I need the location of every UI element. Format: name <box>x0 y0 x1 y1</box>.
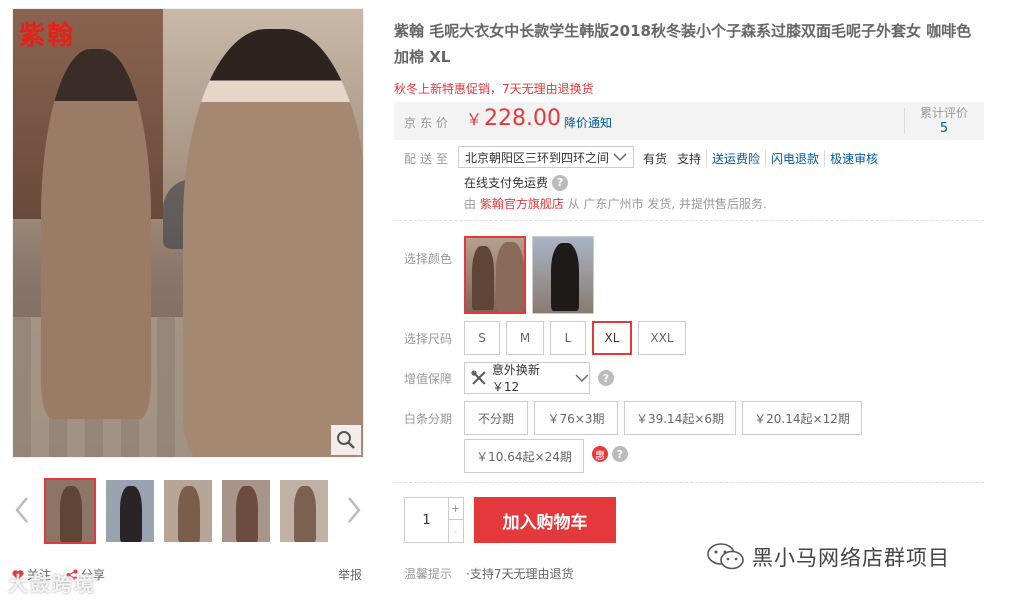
quantity-increase-button[interactable]: + <box>448 498 463 520</box>
color-selector: 选择颜色 <box>394 236 984 316</box>
question-icon[interactable]: ? <box>612 446 628 462</box>
thumbnail-figure <box>178 486 200 542</box>
quantity-stepper: 1 + - <box>404 497 464 543</box>
thumbnail-figure <box>294 486 316 542</box>
installment-label: 白条分期 <box>404 412 453 426</box>
color-option-coffee[interactable] <box>464 236 526 314</box>
price-box: 京东价 ￥228.00 降价通知 累计评价 5 <box>394 102 984 140</box>
size-option-s[interactable]: S <box>464 321 500 355</box>
tools-icon <box>471 370 486 385</box>
watermark-right: 黑小马网络店群项目 <box>706 542 950 572</box>
online-pay-note: 在线支付免运费 ? <box>464 174 569 191</box>
color-label: 选择颜色 <box>404 252 453 266</box>
thumb-next-button[interactable] <box>344 494 364 526</box>
installment-option-12[interactable]: ￥20.14起×12期 <box>742 401 862 435</box>
question-icon[interactable]: ? <box>598 370 614 386</box>
model-figure-right <box>183 29 363 457</box>
discount-badge: 惠 <box>592 446 608 462</box>
zoom-button[interactable] <box>331 425 361 455</box>
tip-text: ·支持7天无理由退货 <box>466 567 574 581</box>
address-select[interactable]: 北京朝阳区三环到四环之间 <box>458 146 634 168</box>
wechat-icon <box>707 543 744 570</box>
thumb-5[interactable] <box>278 478 330 544</box>
chevron-down-icon <box>575 374 589 382</box>
chevron-down-icon <box>613 153 627 161</box>
divider <box>394 220 984 221</box>
support-label: 支持 <box>677 152 702 166</box>
size-option-m[interactable]: M <box>506 321 544 355</box>
price-value: ￥228.00 <box>466 106 561 131</box>
model-figure-left <box>41 49 151 419</box>
stock-status: 有货 <box>643 152 668 166</box>
service-freight-insurance[interactable]: 送运费险 <box>706 150 765 167</box>
chevron-right-icon <box>348 497 361 523</box>
size-option-xl[interactable]: XL <box>592 321 632 355</box>
size-option-l[interactable]: L <box>550 321 586 355</box>
promo-text: 秋冬上新特惠促销，7天无理由退换货 <box>394 82 594 96</box>
installment-option-none[interactable]: 不分期 <box>464 401 528 435</box>
review-summary[interactable]: 累计评价 5 <box>916 106 972 136</box>
magnifier-icon <box>337 431 355 449</box>
buy-section: 1 + - 加入购物车 <box>394 497 984 543</box>
service-fast-review[interactable]: 极速审核 <box>824 150 883 167</box>
thumbnail-figure <box>236 486 258 542</box>
tip-label: 温馨提示 <box>404 567 453 581</box>
question-icon[interactable]: ? <box>552 174 569 191</box>
thumb-4[interactable] <box>220 478 272 544</box>
watermark-left: 大鼓跨境 <box>8 572 96 596</box>
size-label: 选择尺码 <box>404 332 453 346</box>
shipping-label: 配送至 <box>404 152 453 166</box>
seller-info: 由 紫翰官方旗舰店 从 广东广州市 发货, 并提供售后服务. <box>464 195 767 212</box>
thumbnail-figure <box>120 486 142 542</box>
service-selector: 增值保障 意外换新 ￥12 ? <box>394 362 984 394</box>
shipping-tags: 有货 支持 送运费险 闪电退款 极速审核 <box>638 150 883 167</box>
shipping-section: 配送至 北京朝阳区三环到四环之间 有货 支持 送运费险 闪电退款 极速审核 在线… <box>394 146 984 216</box>
seller-suffix: 从 广东广州市 发货, 并提供售后服务. <box>567 197 767 211</box>
brand-logo: 紫翰 <box>19 21 76 51</box>
installment-option-24[interactable]: ￥10.64起×24期 <box>464 439 584 473</box>
color-option-black[interactable] <box>532 236 594 314</box>
product-title: 紫翰 毛呢大衣女中长款学生韩版2018秋冬装小个子森系过膝双面毛呢子外套女 咖啡… <box>394 22 972 66</box>
size-selector: 选择尺码 S M L XL XXL <box>394 321 984 355</box>
review-label: 累计评价 <box>919 106 968 120</box>
service-label: 增值保障 <box>404 372 453 386</box>
main-product-image[interactable]: 紫翰 <box>12 8 364 458</box>
service-flash-refund[interactable]: 闪电退款 <box>765 150 824 167</box>
address-value: 北京朝阳区三环到四环之间 <box>465 150 610 165</box>
quantity-decrease-button[interactable]: - <box>448 520 463 542</box>
review-count: 5 <box>939 121 949 136</box>
seller-shop-link[interactable]: 紫翰官方旗舰店 <box>480 197 564 211</box>
online-pay-text: 在线支付免运费 <box>464 176 549 190</box>
thumb-2[interactable] <box>104 478 156 544</box>
thumb-1[interactable] <box>44 478 96 544</box>
seller-prefix: 由 <box>464 197 477 211</box>
thumb-prev-button[interactable] <box>12 494 32 526</box>
thumbnail-figure <box>60 486 82 542</box>
divider <box>904 108 905 134</box>
quantity-input[interactable]: 1 <box>405 498 449 542</box>
service-option-dropdown[interactable]: 意外换新 ￥12 <box>464 362 590 394</box>
report-label: 举报 <box>338 568 363 582</box>
divider <box>394 482 984 483</box>
price-amount: 228.00 <box>484 106 561 131</box>
price-notify-link[interactable]: 降价通知 <box>564 114 612 131</box>
installment-option-6[interactable]: ￥39.14起×6期 <box>624 401 736 435</box>
chevron-left-icon <box>15 497 28 523</box>
size-option-xxl[interactable]: XXL <box>638 321 686 355</box>
thumb-3[interactable] <box>162 478 214 544</box>
thumbnail-strip <box>12 478 364 546</box>
service-option-text: 意外换新 ￥12 <box>491 363 540 394</box>
watermark-text: 黑小马网络店群项目 <box>752 546 950 570</box>
installment-option-3[interactable]: ￥76×3期 <box>534 401 618 435</box>
installment-selector: 白条分期 不分期 ￥76×3期 ￥39.14起×6期 ￥20.14起×12期 ￥… <box>394 401 984 473</box>
currency-symbol: ￥ <box>466 110 483 129</box>
add-to-cart-button[interactable]: 加入购物车 <box>474 497 616 543</box>
report-link[interactable]: 举报 <box>338 566 362 583</box>
price-label: 京东价 <box>404 116 453 130</box>
